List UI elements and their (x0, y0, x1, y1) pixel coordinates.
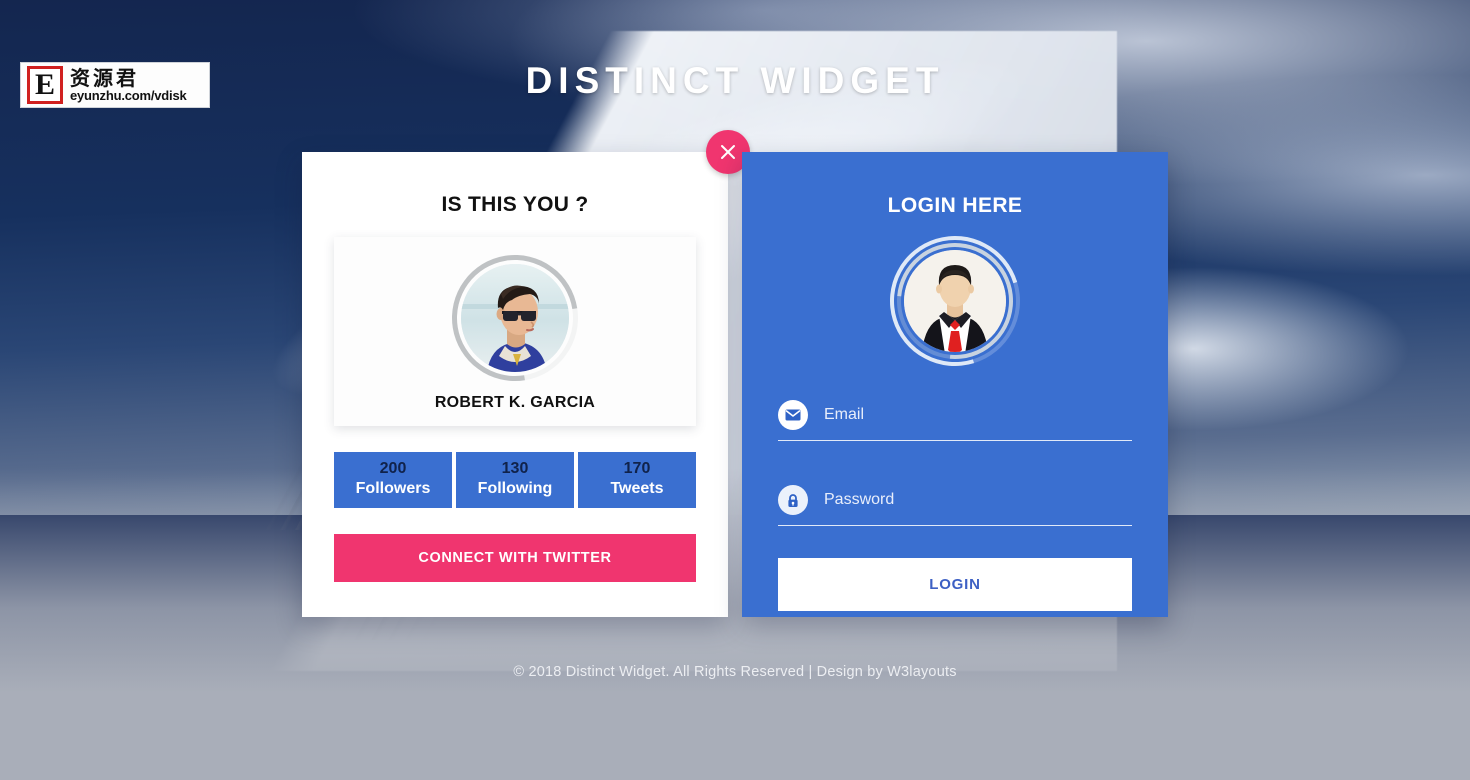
login-heading: LOGIN HERE (887, 194, 1023, 217)
login-avatar (867, 213, 1043, 389)
stat-followers-label: Followers (355, 480, 431, 497)
stat-followers[interactable]: 200 Followers (334, 452, 452, 508)
stat-tweets-value: 170 (623, 460, 651, 477)
logo-mark-e: E (27, 66, 63, 104)
stat-following[interactable]: 130 Following (456, 452, 574, 508)
page-title: DISTINCT WIDGET (525, 60, 945, 101)
businessman-illustration (904, 250, 1006, 352)
email-field-row (778, 400, 1132, 441)
envelope-icon (778, 400, 808, 430)
stat-following-value: 130 (501, 460, 529, 477)
login-button[interactable]: LOGIN (778, 558, 1132, 611)
cards-container: IS THIS YOU ? ROBERT K. GARCIA 200 Follo… (302, 130, 1168, 617)
watermark-url-label: eyunzhu.com/vdisk (70, 87, 187, 103)
profile-identity-box: ROBERT K. GARCIA (334, 230, 696, 426)
stat-tweets[interactable]: 170 Tweets (578, 452, 696, 508)
connect-with-twitter-button[interactable]: CONNECT WITH TWITTER (334, 534, 696, 582)
lock-icon (778, 485, 808, 515)
avatar-photo (461, 264, 569, 372)
footer-copyright: © 2018 Distinct Widget. All Rights Reser… (513, 664, 957, 680)
watermark-text: 资源君 eyunzhu.com/vdisk (70, 65, 187, 103)
profile-card: IS THIS YOU ? ROBERT K. GARCIA 200 Follo… (302, 130, 750, 617)
cards-gap (728, 152, 742, 617)
password-input[interactable] (824, 491, 1132, 509)
login-card: LOGIN HERE Email LOGIN (742, 152, 1168, 617)
avatar-photo-illustration (461, 264, 569, 372)
stat-tweets-label: Tweets (610, 480, 664, 497)
password-field-row (778, 485, 1132, 526)
email-input[interactable] (824, 406, 1132, 424)
stat-following-label: Following (477, 480, 553, 497)
profile-avatar (427, 230, 603, 406)
login-avatar-image (904, 250, 1006, 352)
profile-stats: 200 Followers 130 Following 170 Tweets (334, 452, 696, 508)
close-icon (721, 145, 735, 159)
stat-followers-value: 200 (379, 460, 407, 477)
watermark-chinese-label: 资源君 (70, 65, 139, 90)
watermark-logo: E 资源君 eyunzhu.com/vdisk (20, 62, 210, 108)
profile-heading: IS THIS YOU ? (441, 193, 589, 216)
profile-name: ROBERT K. GARCIA (434, 394, 596, 411)
